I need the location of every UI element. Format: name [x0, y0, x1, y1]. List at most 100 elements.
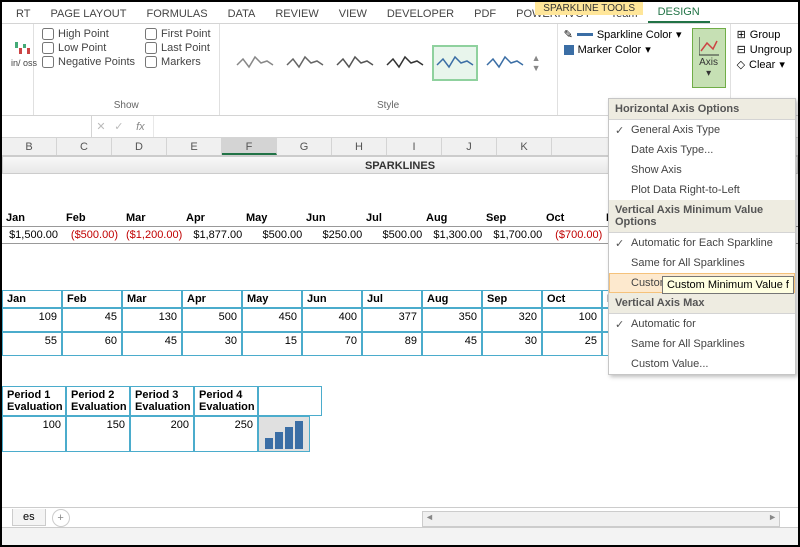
name-box[interactable] [2, 116, 92, 137]
table2-month: Jun [302, 290, 362, 308]
sparkline-color-button[interactable]: ✎Sparkline Color▾ [564, 28, 682, 41]
tab-rt[interactable]: RT [6, 5, 40, 23]
table2-month: Aug [422, 290, 482, 308]
col-B[interactable]: B [2, 138, 57, 155]
style-2[interactable] [282, 45, 328, 81]
chk-low-point[interactable]: Low Point [42, 42, 135, 54]
table3-header: Period 1 Evaluation [2, 386, 66, 416]
menu-plot-rtl[interactable]: Plot Data Right-to-Left [609, 180, 795, 200]
chevron-down-icon: ▾ [779, 58, 785, 71]
table1-value: $1,700.00 [486, 227, 546, 243]
table2-val: 55 [2, 332, 62, 356]
group-show-label: Show [42, 98, 211, 113]
table2-month: Feb [62, 290, 122, 308]
fx-icon[interactable]: fx [132, 121, 149, 133]
cancel-icon[interactable]: ✕ [96, 120, 105, 133]
pen-icon: ✎ [564, 28, 573, 41]
col-D[interactable]: D [112, 138, 167, 155]
menu-auto-each-min[interactable]: Automatic for Each Sparkline [609, 233, 795, 253]
group-button[interactable]: ⊞Group [737, 28, 792, 41]
table3-header: Period 4 Evaluation [194, 386, 258, 416]
menu-date-axis[interactable]: Date Axis Type... [609, 140, 795, 160]
style-6[interactable] [482, 45, 528, 81]
table2-val: 109 [2, 308, 62, 332]
menu-same-all-min[interactable]: Same for All Sparklines [609, 253, 795, 273]
horizontal-scrollbar[interactable] [422, 511, 780, 527]
table3-val: 200 [130, 416, 194, 452]
table1-value: $250.00 [306, 227, 366, 243]
table1-month: Jan [2, 210, 62, 226]
table1-month: Sep [482, 210, 542, 226]
marker-icon [564, 45, 574, 55]
chk-negative-points[interactable]: Negative Points [42, 56, 135, 68]
horiz-axis-header: Horizontal Axis Options [609, 99, 795, 120]
tab-developer[interactable]: DEVELOPER [377, 5, 464, 23]
col-I[interactable]: I [387, 138, 442, 155]
tab-page-layout[interactable]: PAGE LAYOUT [40, 5, 136, 23]
new-sheet-button[interactable]: + [52, 509, 70, 527]
menu-custom-value-max[interactable]: Custom Value... [609, 354, 795, 374]
table1-month: Feb [62, 210, 122, 226]
chevron-down-icon: ▾ [676, 28, 682, 41]
table2-val: 45 [122, 332, 182, 356]
table2-val: 45 [422, 332, 482, 356]
menu-general-axis[interactable]: General Axis Type [609, 120, 795, 140]
chk-last-point[interactable]: Last Point [145, 42, 211, 54]
col-G[interactable]: G [277, 138, 332, 155]
table1-value: $1,877.00 [186, 227, 246, 243]
menu-show-axis[interactable]: Show Axis [609, 160, 795, 180]
gallery-more-icon[interactable]: ▲▼ [532, 53, 541, 73]
table2-month: Apr [182, 290, 242, 308]
chk-high-point[interactable]: High Point [42, 28, 135, 40]
table2-month: May [242, 290, 302, 308]
group-style-label: Style [228, 98, 549, 113]
style-5-selected[interactable] [432, 45, 478, 81]
tab-view[interactable]: VIEW [329, 5, 377, 23]
table2-val: 45 [62, 308, 122, 332]
table1-value: $1,500.00 [2, 227, 62, 243]
table1-month: Mar [122, 210, 182, 226]
style-gallery[interactable]: ▲▼ [228, 28, 549, 98]
table1-value: ($500.00) [62, 227, 122, 243]
table1-value: $1,300.00 [426, 227, 486, 243]
table1-month: Oct [542, 210, 602, 226]
tab-formulas[interactable]: FORMULAS [136, 5, 217, 23]
menu-same-all-max[interactable]: Same for All Sparklines [609, 334, 795, 354]
table2-val: 377 [362, 308, 422, 332]
col-E[interactable]: E [167, 138, 222, 155]
axis-dropdown-menu: Horizontal Axis Options General Axis Typ… [608, 98, 796, 375]
table3-header: Period 3 Evaluation [130, 386, 194, 416]
tab-pdf[interactable]: PDF [464, 5, 506, 23]
context-tab-label: SPARKLINE TOOLS [535, 2, 643, 15]
table1-value: ($700.00) [546, 227, 606, 243]
col-C[interactable]: C [57, 138, 112, 155]
table3-val: 250 [194, 416, 258, 452]
table2-month: Jul [362, 290, 422, 308]
clear-button[interactable]: ◇Clear▾ [737, 58, 792, 71]
col-F[interactable]: F [222, 138, 277, 155]
ungroup-button[interactable]: ⊟Ungroup [737, 43, 792, 56]
column-sparkline-cell[interactable] [258, 416, 310, 452]
enter-icon[interactable]: ✓ [114, 120, 123, 133]
table2-val: 130 [122, 308, 182, 332]
style-3[interactable] [332, 45, 378, 81]
table3-header: Period 2 Evaluation [66, 386, 130, 416]
tab-data[interactable]: DATA [218, 5, 266, 23]
marker-color-button[interactable]: Marker Color▾ [564, 43, 682, 56]
col-K[interactable]: K [497, 138, 552, 155]
tab-review[interactable]: REVIEW [265, 5, 328, 23]
status-bar [2, 527, 798, 545]
table1-value: $500.00 [366, 227, 426, 243]
col-H[interactable]: H [332, 138, 387, 155]
style-4[interactable] [382, 45, 428, 81]
menu-auto-each-max[interactable]: Automatic for [609, 314, 795, 334]
chk-first-point[interactable]: First Point [145, 28, 211, 40]
sheet-tab[interactable]: es [12, 509, 46, 526]
group-show: High Point First Point Low Point Last Po… [34, 24, 220, 115]
col-J[interactable]: J [442, 138, 497, 155]
axis-button[interactable]: Axis ▾ [692, 28, 726, 88]
group-type: in/ oss [2, 24, 34, 115]
tab-design[interactable]: DESIGN [648, 3, 710, 23]
chk-markers[interactable]: Markers [145, 56, 211, 68]
style-1[interactable] [232, 45, 278, 81]
